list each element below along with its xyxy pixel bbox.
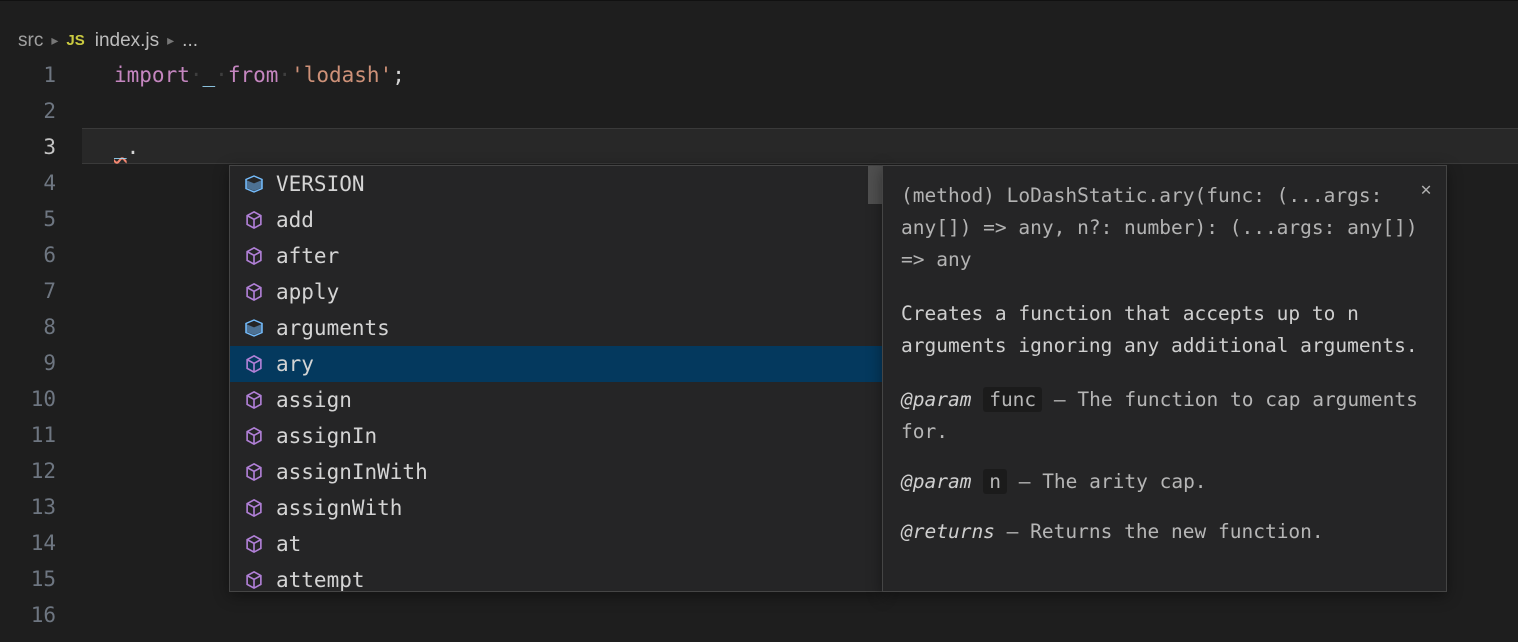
method-icon xyxy=(244,462,264,482)
suggest-item-label: assignInWith xyxy=(276,454,428,490)
breadcrumb-file[interactable]: index.js xyxy=(95,30,159,52)
line-number: 11 xyxy=(0,417,56,453)
suggest-item[interactable]: VERSION xyxy=(230,166,882,202)
doc-returns-desc: Returns the new function. xyxy=(1030,520,1324,543)
doc-param-desc: The function to cap arguments for. xyxy=(901,388,1418,443)
suggest-item-label: assignIn xyxy=(276,418,377,454)
suggest-item[interactable]: apply xyxy=(230,274,882,310)
token-string: 'lodash' xyxy=(291,63,392,87)
code-line[interactable] xyxy=(82,93,1518,129)
suggest-item[interactable]: assignIn xyxy=(230,418,882,454)
close-icon[interactable]: ✕ xyxy=(1416,174,1436,194)
code-line[interactable] xyxy=(82,595,1518,631)
intellisense-suggest[interactable]: VERSIONaddafterapplyargumentsaryassignas… xyxy=(229,165,883,592)
doc-signature: (method) LoDashStatic.ary(func: (...args… xyxy=(901,180,1428,276)
variable-icon xyxy=(244,318,264,338)
method-icon xyxy=(244,498,264,518)
line-number: 14 xyxy=(0,525,56,561)
doc-tag: @param xyxy=(901,388,971,411)
whitespace-dot: · xyxy=(278,63,291,87)
suggest-item[interactable]: arguments xyxy=(230,310,882,346)
suggest-item[interactable]: ary xyxy=(230,346,882,382)
suggest-item[interactable]: assignInWith xyxy=(230,454,882,490)
line-number-gutter: 1 2 3 4 5 6 7 8 9 10 11 12 13 14 15 16 xyxy=(0,57,82,633)
doc-param-desc: The arity cap. xyxy=(1042,470,1206,493)
suggest-item-label: ary xyxy=(276,346,314,382)
line-number: 13 xyxy=(0,489,56,525)
line-number: 8 xyxy=(0,309,56,345)
code-line-active[interactable]: _. xyxy=(82,128,1518,164)
line-number: 2 xyxy=(0,93,56,129)
token-identifier: _ xyxy=(203,63,216,87)
suggest-item[interactable]: at xyxy=(230,526,882,562)
suggest-doc-panel: ✕ (method) LoDashStatic.ary(func: (...ar… xyxy=(882,165,1447,592)
token-keyword: import xyxy=(114,63,190,87)
suggest-item[interactable]: assignWith xyxy=(230,490,882,526)
method-icon xyxy=(244,390,264,410)
suggest-item-label: attempt xyxy=(276,562,365,591)
suggest-item-label: assignWith xyxy=(276,490,402,526)
method-icon xyxy=(244,570,264,590)
suggest-item[interactable]: attempt xyxy=(230,562,882,591)
method-icon xyxy=(244,282,264,302)
doc-tag: @returns xyxy=(901,520,995,543)
suggest-item-label: apply xyxy=(276,274,339,310)
suggest-item-label: at xyxy=(276,526,301,562)
method-icon xyxy=(244,426,264,446)
line-number: 4 xyxy=(0,165,56,201)
line-number: 5 xyxy=(0,201,56,237)
whitespace-dot: · xyxy=(215,63,228,87)
token-punct: ; xyxy=(392,63,405,87)
token-identifier: _ xyxy=(114,135,127,159)
suggest-item-label: arguments xyxy=(276,310,390,346)
suggest-item-label: add xyxy=(276,202,314,238)
doc-param: @param n — The arity cap. xyxy=(901,466,1428,498)
line-number: 9 xyxy=(0,345,56,381)
line-number: 3 xyxy=(0,129,56,165)
doc-description: Creates a function that accepts up to n … xyxy=(901,298,1428,362)
doc-param-name: func xyxy=(983,387,1042,412)
line-number: 15 xyxy=(0,561,56,597)
method-icon xyxy=(244,246,264,266)
doc-param: @param func — The function to cap argume… xyxy=(901,384,1428,448)
editor-root: src ▸ JS index.js ▸ ... 1 2 3 4 5 6 7 8 … xyxy=(0,0,1518,642)
suggest-item[interactable]: add xyxy=(230,202,882,238)
token-keyword: from xyxy=(228,63,279,87)
method-icon xyxy=(244,210,264,230)
code-line[interactable]: import·_·from·'lodash'; xyxy=(82,57,1518,93)
js-file-icon: JS xyxy=(66,32,84,49)
scrollbar-thumb[interactable] xyxy=(868,166,882,204)
whitespace-dot: · xyxy=(190,63,203,87)
line-number: 16 xyxy=(0,597,56,633)
line-number: 7 xyxy=(0,273,56,309)
doc-param-name: n xyxy=(983,469,1007,494)
suggest-item[interactable]: after xyxy=(230,238,882,274)
line-number: 6 xyxy=(0,237,56,273)
suggest-list[interactable]: VERSIONaddafterapplyargumentsaryassignas… xyxy=(230,166,882,591)
suggest-item-label: assign xyxy=(276,382,352,418)
chevron-right-icon: ▸ xyxy=(167,32,174,49)
breadcrumb[interactable]: src ▸ JS index.js ▸ ... xyxy=(0,24,1518,57)
variable-icon xyxy=(244,174,264,194)
code-area[interactable]: import·_·from·'lodash'; _. VERSIONadd xyxy=(82,57,1518,633)
doc-tag: @param xyxy=(901,470,971,493)
suggest-item-label: after xyxy=(276,238,339,274)
line-number: 10 xyxy=(0,381,56,417)
suggest-item[interactable]: assign xyxy=(230,382,882,418)
breadcrumb-symbol[interactable]: ... xyxy=(182,30,198,52)
method-icon xyxy=(244,534,264,554)
token-punct: . xyxy=(127,135,140,159)
line-number: 12 xyxy=(0,453,56,489)
suggest-item-label: VERSION xyxy=(276,166,365,202)
code-editor[interactable]: 1 2 3 4 5 6 7 8 9 10 11 12 13 14 15 16 i… xyxy=(0,57,1518,633)
lightbulb-icon[interactable] xyxy=(118,97,140,119)
breadcrumb-folder[interactable]: src xyxy=(18,30,43,52)
chevron-right-icon: ▸ xyxy=(51,32,58,49)
line-number: 1 xyxy=(0,57,56,93)
method-icon xyxy=(244,354,264,374)
doc-returns: @returns — Returns the new function. xyxy=(901,516,1428,548)
tab-bar xyxy=(0,0,1518,24)
